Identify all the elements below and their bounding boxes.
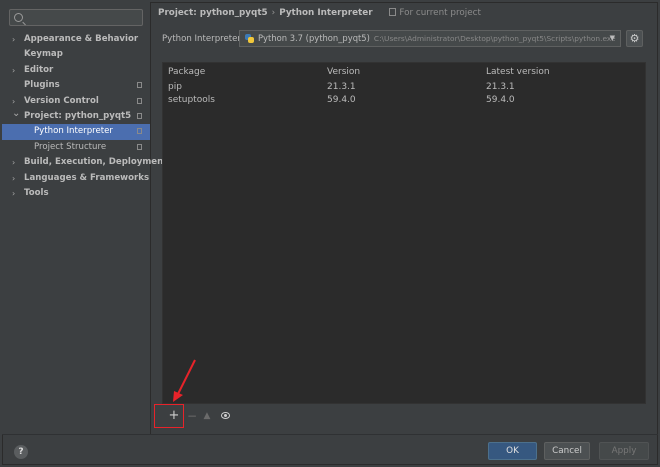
sidebar-item-label: Version Control: [24, 95, 99, 106]
interpreter-select[interactable]: Python 3.7 (python_pyqt5) C:\Users\Admini…: [239, 30, 621, 47]
sidebar-item-label: Editor: [24, 64, 54, 75]
sidebar-item-label: Plugins: [24, 80, 60, 91]
package-latest-version: 59.4.0: [486, 95, 515, 105]
package-name: setuptools: [168, 95, 215, 105]
sidebar-item-languages-frameworks[interactable]: › Languages & Frameworks: [2, 171, 150, 186]
breadcrumb: Project: python_pyqt5 › Python Interpreter…: [152, 2, 660, 24]
table-row[interactable]: pip 21.3.1 21.3.1: [163, 81, 645, 94]
triangle-up-icon: ▲: [203, 411, 211, 421]
highlight-box: [154, 404, 184, 428]
breadcrumb-project: Project: python_pyqt5: [158, 8, 268, 18]
copy-icon: [137, 128, 142, 135]
chevron-down-icon[interactable]: ⌄: [12, 106, 20, 121]
sidebar-item-label: Python Interpreter: [34, 126, 113, 137]
chevron-right-icon[interactable]: ›: [12, 32, 15, 47]
scope-hint: For current project: [389, 8, 481, 18]
copy-icon: [137, 97, 142, 104]
packages-table: Package Version Latest version pip 21.3.…: [162, 62, 646, 404]
sidebar-item-python-interpreter[interactable]: Python Interpreter: [2, 124, 150, 140]
column-header-version[interactable]: Version: [324, 63, 485, 81]
sidebar-item-label: Project Structure: [34, 141, 107, 152]
ok-button[interactable]: OK: [488, 442, 537, 460]
package-version: 21.3.1: [327, 82, 356, 92]
copy-icon: [137, 112, 142, 119]
sidebar-item-plugins[interactable]: Plugins: [2, 78, 150, 93]
python-icon: [245, 34, 254, 43]
show-early-releases-button[interactable]: [218, 406, 232, 426]
sidebar-item-label: Build, Execution, Deployment: [24, 157, 168, 168]
sidebar-item-appearance-behavior[interactable]: › Appearance & Behavior: [2, 32, 150, 47]
cancel-button[interactable]: Cancel: [544, 442, 590, 460]
annotation-arrow: [173, 359, 196, 402]
sidebar-item-project-structure[interactable]: Project Structure: [2, 140, 150, 155]
chevron-right-icon[interactable]: ›: [12, 186, 15, 201]
chevron-right-icon[interactable]: ›: [12, 63, 15, 78]
package-latest-version: 21.3.1: [486, 82, 515, 92]
interpreter-name: Python 3.7 (python_pyqt5): [258, 33, 370, 43]
sidebar-item-version-control[interactable]: › Version Control: [2, 94, 150, 109]
settings-sidebar: › Appearance & Behavior Keymap › Editor Plugi…: [2, 2, 167, 434]
apply-button[interactable]: Apply: [599, 442, 649, 460]
table-row[interactable]: setuptools 59.4.0 59.4.0: [163, 94, 645, 107]
chevron-right-icon[interactable]: ›: [12, 155, 15, 170]
scope-hint-text: For current project: [399, 8, 481, 18]
interpreter-settings-button[interactable]: ⚙: [626, 30, 643, 47]
settings-search-input[interactable]: [9, 9, 143, 26]
package-version: 59.4.0: [327, 95, 356, 105]
column-header-latest-version[interactable]: Latest version: [485, 63, 645, 81]
eye-icon: [221, 412, 230, 419]
upgrade-package-button[interactable]: ▲: [201, 406, 213, 426]
sidebar-item-project-python-pyqt5[interactable]: ⌄ Project: python_pyqt5: [2, 106, 150, 124]
sidebar-item-label: Keymap: [24, 49, 63, 60]
sidebar-item-label: Appearance & Behavior: [24, 34, 139, 44]
chevron-right-icon[interactable]: ›: [12, 171, 15, 186]
sidebar-item-label: Tools: [24, 187, 49, 198]
breadcrumb-separator: ›: [271, 8, 276, 18]
copy-icon: [137, 143, 142, 150]
copy-icon: [137, 82, 142, 89]
package-name: pip: [168, 82, 182, 92]
sidebar-item-editor[interactable]: › Editor: [2, 63, 150, 78]
sidebar-item-label: Project: python_pyqt5: [24, 110, 132, 121]
minus-icon: −: [186, 409, 198, 423]
chevron-down-icon: ▼: [609, 34, 615, 42]
sidebar-item-tools[interactable]: › Tools: [2, 186, 150, 201]
breadcrumb-page: Python Interpreter: [279, 8, 373, 18]
search-icon: [14, 13, 23, 22]
gear-icon: ⚙: [629, 32, 640, 45]
copy-icon: [389, 8, 397, 16]
column-header-package[interactable]: Package: [163, 63, 324, 81]
sidebar-item-build-execution-deployment[interactable]: › Build, Execution, Deployment: [2, 155, 167, 170]
help-button[interactable]: ?: [14, 445, 28, 459]
remove-package-button[interactable]: −: [186, 406, 198, 426]
footer-divider: [2, 434, 658, 435]
table-header: Package Version Latest version: [163, 63, 645, 81]
interpreter-path: C:\Users\Administrator\Desktop\python_py…: [373, 34, 616, 43]
sidebar-item-keymap[interactable]: Keymap: [2, 47, 150, 62]
settings-tree: › Appearance & Behavior Keymap › Editor Plugi…: [2, 32, 167, 201]
interpreter-label: Python Interpreter:: [162, 34, 244, 44]
sidebar-item-label: Languages & Frameworks: [24, 172, 150, 183]
